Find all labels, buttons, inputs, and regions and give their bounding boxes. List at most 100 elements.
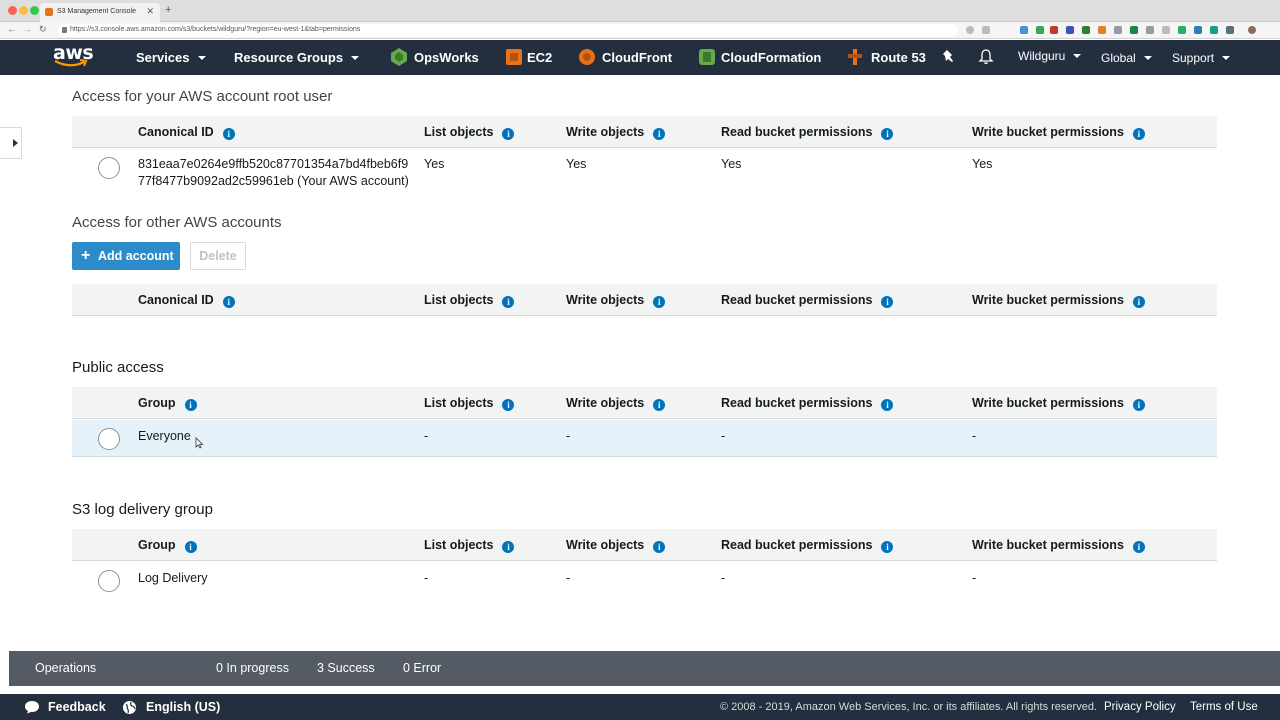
write-permissions-value: -: [972, 429, 977, 443]
support-menu[interactable]: Support: [1172, 51, 1231, 65]
info-icon[interactable]: i: [653, 541, 666, 553]
info-icon[interactable]: i: [184, 399, 197, 411]
resource-groups-menu[interactable]: Resource Groups: [234, 50, 360, 65]
extension-icon[interactable]: [1162, 26, 1170, 34]
extension-icon[interactable]: [1178, 26, 1186, 34]
maximize-window-button[interactable]: [30, 6, 39, 15]
info-icon[interactable]: i: [222, 128, 235, 140]
chevron-down-icon: [1143, 56, 1152, 60]
pin-icon[interactable]: [941, 49, 957, 65]
info-icon[interactable]: i: [502, 128, 515, 140]
opsworks-icon: [391, 48, 407, 66]
column-header: Write objects i: [566, 125, 666, 140]
url-field[interactable]: https://s3.console.aws.amazon.com/s3/buc…: [58, 24, 958, 37]
info-icon[interactable]: i: [653, 128, 666, 140]
close-window-button[interactable]: [8, 6, 17, 15]
shortcut-opsworks[interactable]: OpsWorks: [414, 50, 479, 65]
info-icon[interactable]: i: [881, 399, 894, 411]
operations-success: 3 Success: [317, 661, 375, 675]
back-icon[interactable]: ←: [7, 24, 16, 34]
group-name: Log Delivery: [138, 571, 208, 585]
info-icon[interactable]: i: [881, 541, 894, 553]
new-tab-icon[interactable]: +: [165, 4, 171, 16]
other-accounts-title: Access for other AWS accounts: [72, 214, 282, 231]
info-icon[interactable]: i: [1132, 128, 1145, 140]
other-table-header: Canonical ID i List objects i Write object…: [72, 284, 1217, 316]
bookmark-star-icon[interactable]: [982, 26, 990, 34]
bell-icon[interactable]: [978, 49, 994, 65]
row-radio-button[interactable]: [98, 570, 120, 592]
services-menu[interactable]: Services: [136, 50, 206, 65]
extension-icon[interactable]: [1194, 26, 1202, 34]
extension-icon[interactable]: [1050, 26, 1058, 34]
operations-bar[interactable]: Operations 0 In progress 3 Success 0 Err…: [9, 651, 1280, 686]
close-tab-icon[interactable]: ✕: [146, 6, 154, 17]
column-header: Write objects i: [566, 396, 666, 411]
info-icon[interactable]: i: [1132, 296, 1145, 308]
aws-logo[interactable]: aws: [52, 42, 94, 71]
column-header: List objects i: [424, 125, 515, 140]
info-icon[interactable]: i: [653, 399, 666, 411]
extension-icon[interactable]: [1210, 26, 1218, 34]
shortcut-route-53[interactable]: Route 53: [871, 50, 926, 65]
cloudformation-icon: [699, 49, 715, 65]
ec2-icon: [506, 49, 522, 65]
language-selector[interactable]: English (US): [146, 700, 220, 714]
minimize-window-button[interactable]: [19, 6, 28, 15]
forward-icon[interactable]: →: [23, 24, 32, 34]
terms-of-use-link[interactable]: Terms of Use: [1190, 701, 1258, 713]
mouse-pointer-icon: [195, 437, 204, 449]
extension-icon[interactable]: [1036, 26, 1044, 34]
add-account-button[interactable]: + Add account: [72, 242, 180, 270]
table-row[interactable]: Everyone - - - -: [72, 420, 1217, 457]
info-icon[interactable]: i: [1132, 399, 1145, 411]
delete-button[interactable]: Delete: [190, 242, 246, 270]
write-permissions-value: -: [972, 571, 977, 585]
shortcut-cloudformation[interactable]: CloudFormation: [721, 50, 821, 65]
column-header: Group i: [138, 538, 197, 553]
info-icon[interactable]: i: [1132, 541, 1145, 553]
info-icon[interactable]: i: [222, 296, 235, 308]
info-icon[interactable]: i: [653, 296, 666, 308]
info-icon[interactable]: i: [502, 296, 515, 308]
extension-icon[interactable]: [1066, 26, 1074, 34]
account-menu[interactable]: Wildguru: [1018, 49, 1082, 63]
read-permissions-value: Yes: [721, 157, 742, 171]
lock-icon: [62, 27, 67, 33]
feedback-link[interactable]: Feedback: [48, 700, 106, 714]
info-icon[interactable]: i: [502, 399, 515, 411]
zoom-icon[interactable]: [966, 26, 974, 34]
info-icon[interactable]: i: [502, 541, 515, 553]
browser-tab-bar: S3 Management Console ✕ +: [0, 0, 1280, 22]
extension-icon[interactable]: [1114, 26, 1122, 34]
reload-icon[interactable]: ↻: [39, 24, 47, 35]
extension-icon[interactable]: [1226, 26, 1234, 34]
region-label: Global: [1101, 51, 1136, 65]
write-objects-value: Yes: [566, 157, 587, 171]
extension-icon[interactable]: [1098, 26, 1106, 34]
browser-tab[interactable]: S3 Management Console ✕: [40, 3, 160, 22]
table-row[interactable]: 831eaa7e0264e9ffb520c87701354a7bd4fbeb6f…: [72, 148, 1217, 196]
list-objects-value: -: [424, 429, 429, 443]
profile-avatar-icon[interactable]: [1248, 26, 1256, 34]
extension-icon[interactable]: [1130, 26, 1138, 34]
info-icon[interactable]: i: [184, 541, 197, 553]
extension-icon[interactable]: [1082, 26, 1090, 34]
shortcut-cloudfront[interactable]: CloudFront: [602, 50, 672, 65]
chevron-down-icon: [351, 56, 360, 60]
globe-icon: [123, 701, 136, 714]
info-icon[interactable]: i: [881, 296, 894, 308]
privacy-policy-link[interactable]: Privacy Policy: [1104, 701, 1176, 713]
info-icon[interactable]: i: [881, 128, 894, 140]
row-radio-button[interactable]: [98, 157, 120, 179]
extension-icon[interactable]: [1146, 26, 1154, 34]
browser-tab-title: S3 Management Console: [57, 8, 136, 15]
expand-sidebar-toggle[interactable]: [0, 127, 22, 159]
region-menu[interactable]: Global: [1101, 51, 1152, 65]
row-radio-button[interactable]: [98, 428, 120, 450]
extension-icon[interactable]: [1020, 26, 1028, 34]
plus-icon: +: [81, 247, 91, 264]
column-header: Write bucket permissions i: [972, 125, 1145, 140]
shortcut-ec2[interactable]: EC2: [527, 50, 552, 65]
table-row[interactable]: Log Delivery - - - -: [72, 562, 1217, 600]
